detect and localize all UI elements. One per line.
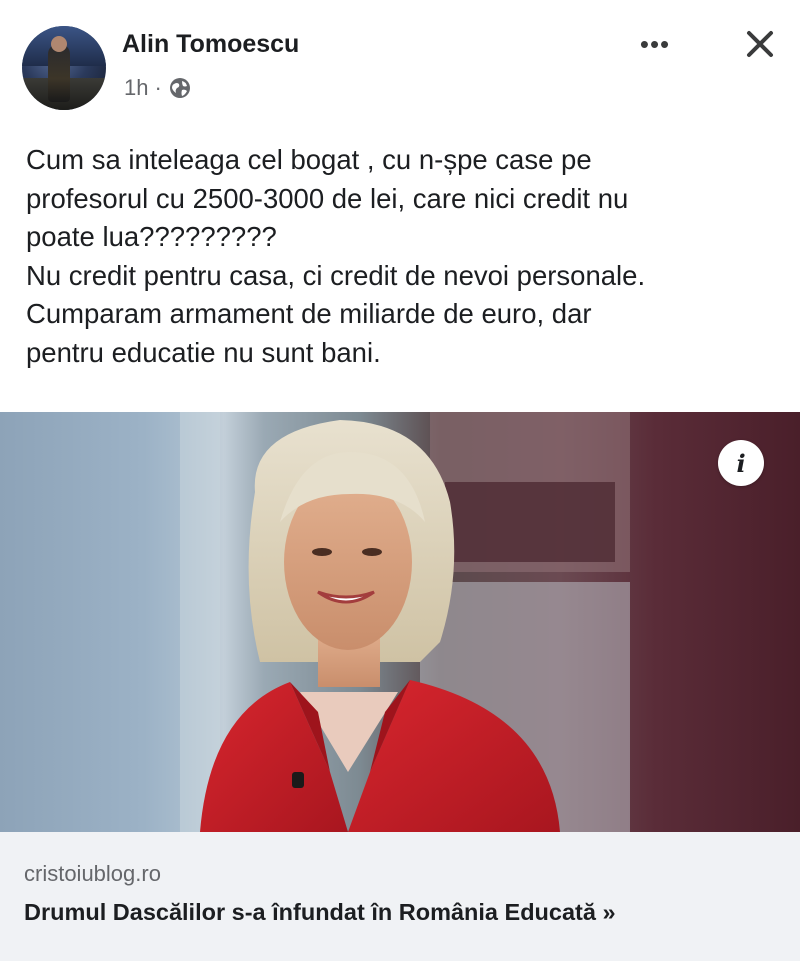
- post-text-line: Cumparam armament de miliarde de euro, d…: [26, 298, 592, 330]
- post-header: Alin Tomoescu 1h · •••: [0, 0, 800, 120]
- post-text-line: Nu credit pentru casa, ci credit de nevo…: [26, 259, 646, 291]
- globe-icon: [169, 78, 190, 98]
- link-domain: cristoiublog.ro: [24, 861, 161, 886]
- close-button[interactable]: [736, 22, 784, 66]
- close-icon: [747, 31, 773, 57]
- info-button[interactable]: i: [718, 440, 764, 486]
- info-icon: i: [736, 448, 746, 478]
- woman-in-red-jacket-photo: [180, 412, 630, 832]
- post-text-line: poate lua?????????: [26, 221, 277, 253]
- post-timestamp[interactable]: 1h: [124, 75, 148, 101]
- link-preview-footer[interactable]: [0, 832, 800, 961]
- post-text-line: profesorul cu 2500-3000 de lei, care nic…: [26, 182, 629, 214]
- avatar[interactable]: [22, 26, 106, 110]
- link-preview-image[interactable]: [0, 412, 800, 832]
- post-text-line: Cum sa inteleaga cel bogat , cu n-șpe ca…: [26, 144, 592, 175]
- post-text: Cum sa inteleaga cel bogat , cu n-șpe ca…: [26, 141, 786, 373]
- author-name[interactable]: Alin Tomoescu: [122, 30, 299, 59]
- post-meta: 1h ·: [124, 75, 192, 101]
- meta-separator: ·: [154, 75, 162, 100]
- more-options-button[interactable]: •••: [630, 26, 680, 62]
- post-text-line: pentru educatie nu sunt bani.: [26, 336, 381, 368]
- facebook-post: Alin Tomoescu 1h · ••• Cum sa inteleaga …: [0, 0, 800, 961]
- link-title[interactable]: Drumul Dascălilor s-a înfundat în Români…: [24, 899, 616, 926]
